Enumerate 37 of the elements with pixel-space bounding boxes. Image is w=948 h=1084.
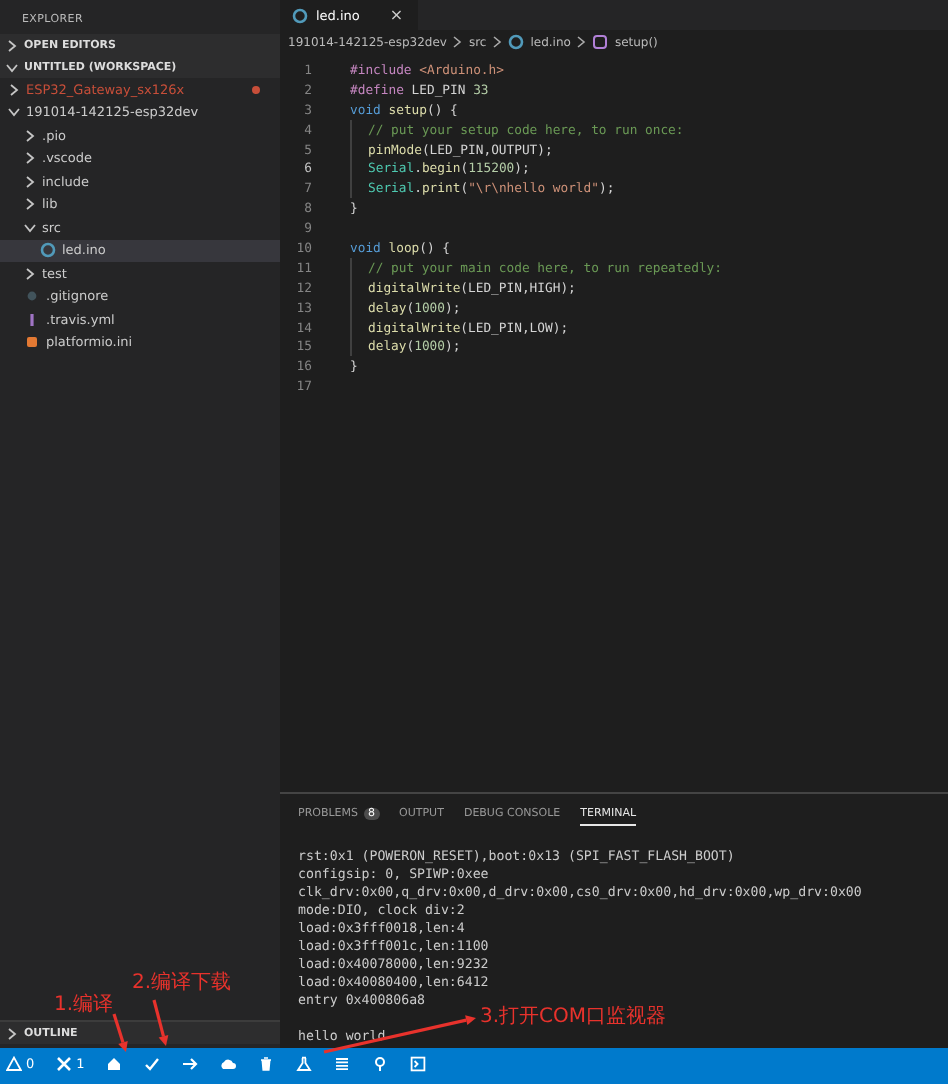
status-item[interactable] <box>144 1054 161 1072</box>
chevron-icon <box>492 36 503 48</box>
status-item[interactable] <box>296 1054 313 1072</box>
warning-icon <box>6 1055 22 1071</box>
chevron-icon <box>6 1027 18 1039</box>
cube-icon <box>592 34 609 50</box>
flask-icon <box>296 1055 313 1071</box>
status-item[interactable] <box>258 1054 275 1072</box>
status-item[interactable] <box>182 1054 199 1072</box>
close-button[interactable]: × <box>387 6 406 24</box>
terminal-icon <box>410 1055 427 1071</box>
cloud-icon <box>220 1055 237 1071</box>
annotation-arrow <box>112 1013 128 1052</box>
chevron-icon <box>452 36 463 48</box>
check-icon <box>144 1055 161 1071</box>
annotation-label: 2.编译下载 <box>132 969 232 996</box>
c-file-icon <box>40 242 56 259</box>
dot-icon <box>24 288 40 305</box>
chevron-icon <box>576 36 587 48</box>
square-icon <box>24 334 40 351</box>
annotation-label: 1.编译 <box>54 991 114 1018</box>
home-icon <box>106 1055 123 1071</box>
status-item[interactable] <box>410 1054 427 1072</box>
c-file-icon <box>508 34 525 50</box>
c-file-icon <box>292 7 308 23</box>
bar-icon <box>24 311 40 328</box>
arrow-right-icon <box>182 1055 199 1071</box>
status-item[interactable] <box>106 1054 123 1072</box>
annotation-label: 3.打开COM口监视器 <box>480 1003 667 1030</box>
status-item[interactable] <box>372 1054 389 1072</box>
list-icon <box>334 1055 351 1071</box>
status-item[interactable] <box>220 1054 237 1072</box>
cross-icon <box>56 1055 73 1071</box>
pin-icon <box>372 1055 389 1071</box>
annotation-arrow <box>152 999 169 1046</box>
trash-icon <box>258 1055 275 1071</box>
status-item[interactable] <box>334 1054 351 1072</box>
